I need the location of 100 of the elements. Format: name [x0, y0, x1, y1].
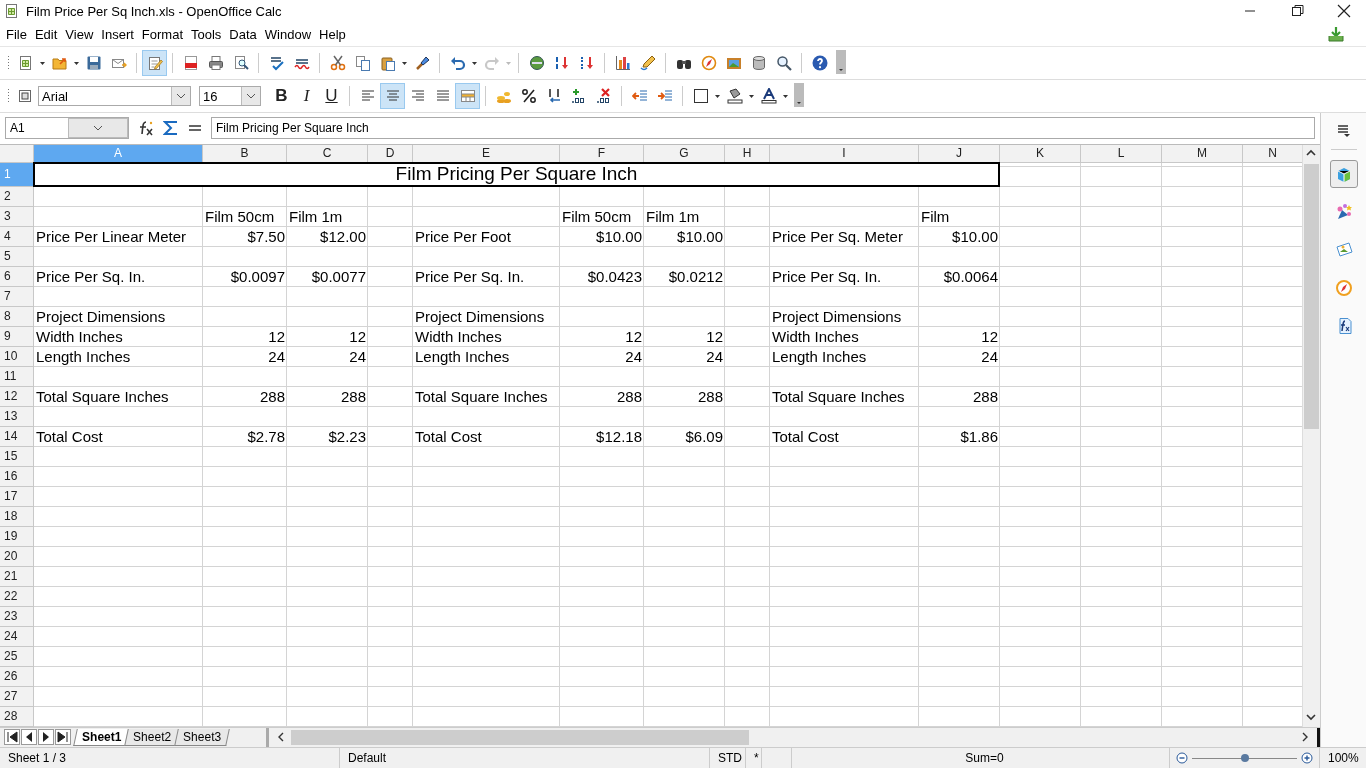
row-header[interactable]: 22 — [0, 586, 34, 607]
delete-decimal-icon[interactable] — [595, 88, 612, 104]
row-header[interactable]: 8 — [0, 306, 34, 327]
column-header[interactable]: E — [413, 144, 560, 163]
framed-picture-icon[interactable] — [725, 55, 742, 71]
percent-icon[interactable] — [520, 88, 537, 104]
row-header[interactable]: 28 — [0, 706, 34, 727]
styles-icon[interactable] — [17, 88, 34, 104]
new-spreadsheet-icon[interactable] — [17, 55, 34, 71]
row-header[interactable]: 25 — [0, 646, 34, 667]
row-header[interactable]: 14 — [0, 426, 34, 447]
font-color-icon[interactable] — [760, 88, 777, 104]
row-header[interactable]: 24 — [0, 626, 34, 647]
menu-item[interactable]: File — [2, 26, 31, 42]
database-icon[interactable] — [750, 55, 767, 71]
compass-icon[interactable] — [1334, 279, 1353, 297]
name-box[interactable]: A1 — [5, 117, 129, 140]
menu-item[interactable]: Format — [137, 26, 187, 42]
column-header[interactable]: K — [1000, 144, 1081, 163]
row-header[interactable]: 20 — [0, 546, 34, 567]
column-header[interactable]: J — [919, 144, 1000, 163]
menu-item[interactable]: Window — [260, 26, 316, 42]
download-icon[interactable] — [1328, 26, 1344, 42]
bold-button[interactable]: B — [269, 83, 294, 109]
column-header[interactable]: M — [1162, 144, 1243, 163]
first-sheet-icon[interactable] — [4, 729, 20, 746]
zoom-icon[interactable] — [775, 55, 792, 71]
paint-bucket-icon[interactable] — [726, 88, 743, 104]
decrease-indent-icon[interactable] — [631, 88, 648, 104]
function-wizard-icon[interactable] — [137, 120, 155, 137]
scrollbar-thumb[interactable] — [1304, 163, 1319, 429]
align-justify-icon[interactable] — [434, 88, 451, 104]
row-header[interactable]: 16 — [0, 466, 34, 487]
copy-icon[interactable] — [354, 55, 371, 71]
row-header[interactable]: 10 — [0, 346, 34, 367]
font-size-field[interactable]: 16 — [199, 86, 261, 106]
merge-cells-icon[interactable] — [459, 88, 476, 104]
undo-icon[interactable] — [449, 55, 466, 71]
add-decimal-icon[interactable] — [570, 88, 587, 104]
page-preview-icon[interactable] — [232, 55, 249, 71]
menu-item[interactable]: Insert — [97, 26, 138, 42]
align-right-icon[interactable] — [409, 88, 426, 104]
row-header[interactable]: 9 — [0, 326, 34, 347]
italic-button[interactable]: I — [294, 83, 319, 109]
row-header[interactable]: 6 — [0, 266, 34, 287]
row-header[interactable]: 2 — [0, 186, 34, 207]
row-header[interactable]: 27 — [0, 686, 34, 707]
cut-icon[interactable] — [329, 55, 346, 71]
zoom-in-icon[interactable] — [1301, 752, 1313, 764]
row-header[interactable]: 13 — [0, 406, 34, 427]
sheet-tab[interactable]: Sheet3 — [174, 728, 231, 746]
column-header[interactable]: B — [203, 144, 287, 163]
column-header[interactable]: G — [644, 144, 725, 163]
save-icon[interactable] — [85, 55, 102, 71]
folder-icon[interactable] — [51, 55, 68, 71]
row-header[interactable]: 19 — [0, 526, 34, 547]
edit-document-icon[interactable] — [146, 55, 163, 71]
pencil-icon[interactable] — [639, 55, 656, 71]
picture-icon[interactable] — [1334, 241, 1353, 259]
help-icon[interactable] — [811, 55, 828, 71]
menu-item[interactable]: Data — [225, 26, 261, 42]
row-header[interactable]: 23 — [0, 606, 34, 627]
align-center-icon[interactable] — [384, 88, 401, 104]
row-header[interactable]: 12 — [0, 386, 34, 407]
column-header[interactable]: N — [1243, 144, 1302, 163]
compass-icon[interactable] — [700, 55, 717, 71]
dropdown-caret-icon[interactable] — [246, 92, 256, 100]
menu-item[interactable]: Tools — [187, 26, 226, 42]
column-header[interactable]: F — [560, 144, 644, 163]
dropdown-caret-icon[interactable] — [176, 92, 186, 100]
bar-chart-icon[interactable] — [614, 55, 631, 71]
row-header[interactable]: 3 — [0, 206, 34, 227]
printer-icon[interactable] — [207, 55, 224, 71]
row-header[interactable]: 15 — [0, 446, 34, 467]
menu-item[interactable]: View — [61, 26, 98, 42]
edit-mode-button[interactable] — [142, 50, 167, 76]
row-header[interactable]: 26 — [0, 666, 34, 687]
paste-icon[interactable] — [379, 55, 396, 71]
underline-button[interactable]: U — [319, 83, 344, 109]
row-header[interactable]: 18 — [0, 506, 34, 527]
previous-sheet-icon[interactable] — [21, 729, 37, 746]
formula-input-field[interactable]: Film Pricing Per Square Inch — [211, 117, 1315, 140]
sum-icon[interactable] — [163, 120, 179, 137]
row-header[interactable]: 4 — [0, 226, 34, 247]
globe-icon[interactable] — [528, 55, 545, 71]
scrollbar-thumb[interactable] — [291, 729, 750, 745]
row-header[interactable]: 21 — [0, 566, 34, 587]
menu-item[interactable]: Help — [315, 26, 350, 42]
zoom-out-icon[interactable] — [1176, 752, 1188, 764]
row-header[interactable]: 7 — [0, 286, 34, 307]
spellcheck-icon[interactable] — [268, 55, 285, 71]
restore-icon[interactable] — [1290, 3, 1306, 19]
column-header[interactable]: C — [287, 144, 368, 163]
sort-ascending-icon[interactable] — [553, 55, 570, 71]
menu-icon[interactable] — [1335, 123, 1352, 139]
row-header[interactable]: 11 — [0, 366, 34, 387]
increase-indent-icon[interactable] — [656, 88, 673, 104]
column-header[interactable]: I — [770, 144, 919, 163]
border-icon[interactable] — [692, 88, 709, 104]
sort-descending-icon[interactable] — [578, 55, 595, 71]
